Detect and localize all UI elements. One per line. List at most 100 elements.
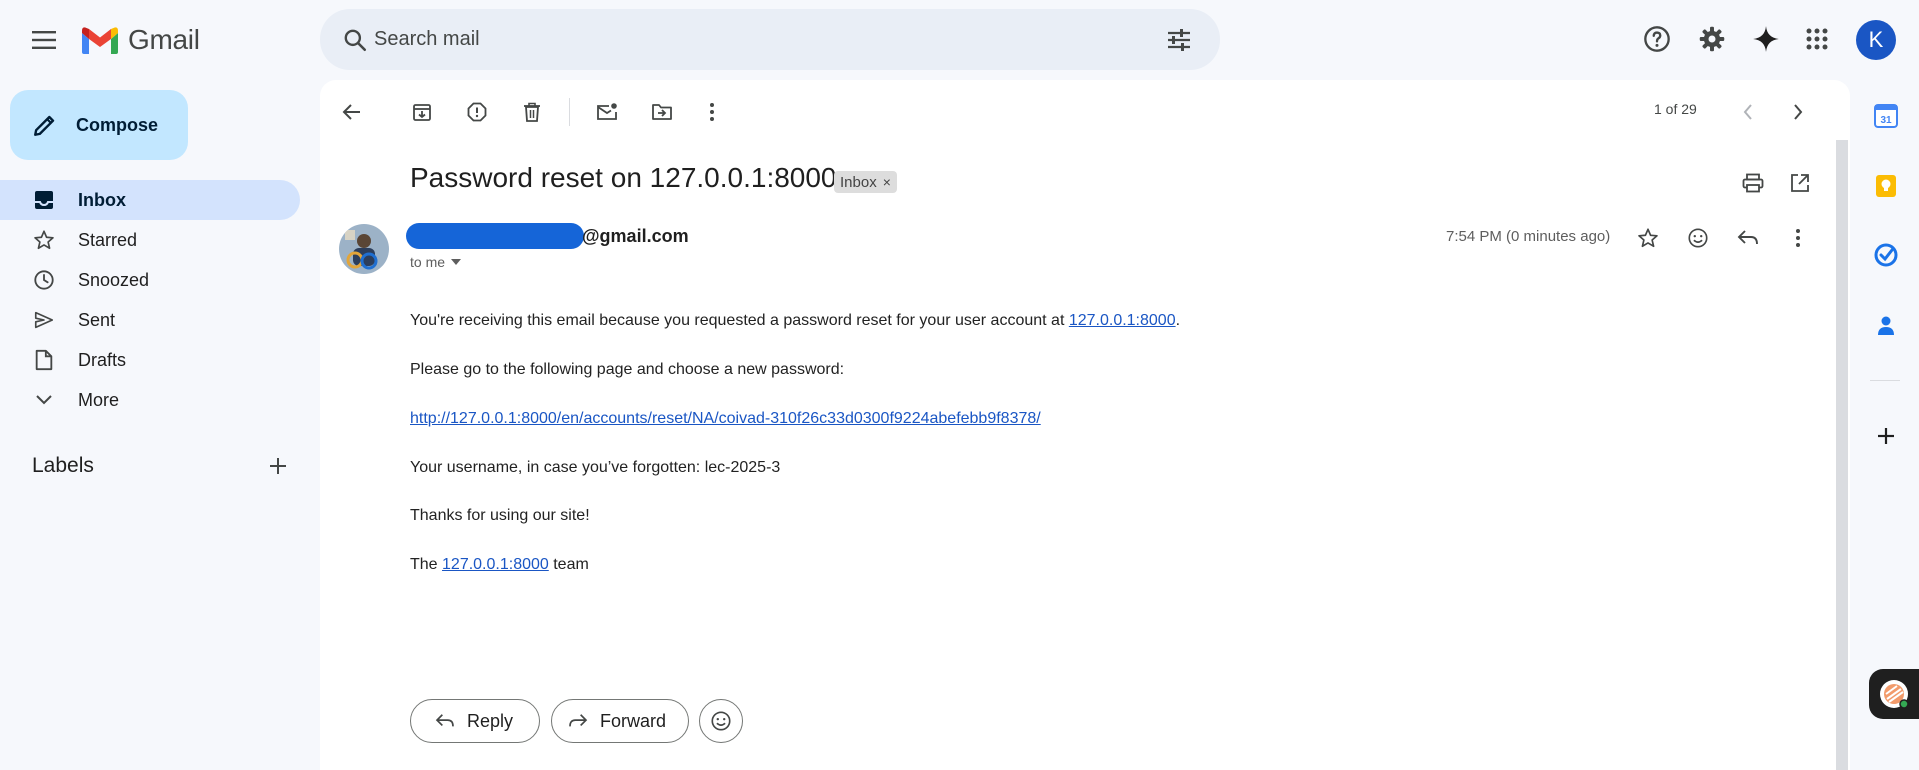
emoji-icon: [711, 711, 731, 731]
google-apps-button[interactable]: [1794, 16, 1840, 62]
account-avatar[interactable]: K: [1856, 20, 1896, 60]
body-text: You're receiving this email because you …: [410, 312, 1069, 329]
main-menu-button[interactable]: [20, 16, 68, 64]
nav-item-more[interactable]: More: [0, 380, 300, 420]
site-link[interactable]: 127.0.0.1:8000: [1069, 312, 1176, 329]
create-label-button[interactable]: [262, 450, 294, 482]
more-vert-icon: [710, 103, 714, 121]
nav-item-label: Drafts: [78, 349, 127, 370]
contacts-icon: [1878, 316, 1894, 335]
tune-icon: [1168, 29, 1190, 51]
open-new-window-button[interactable]: [1780, 163, 1820, 203]
report-icon: [467, 102, 487, 122]
tasks-app-button[interactable]: [1868, 237, 1904, 273]
nav-item-inbox[interactable]: Inbox: [0, 180, 300, 220]
contacts-app-button[interactable]: [1868, 307, 1904, 343]
plus-icon: [270, 458, 286, 474]
scrollbar[interactable]: [1836, 140, 1848, 770]
add-reaction-button[interactable]: [1678, 218, 1718, 258]
body-text: The: [410, 556, 443, 573]
forward-button[interactable]: Forward: [551, 699, 689, 743]
search-button[interactable]: [334, 19, 376, 61]
body-paragraph: The 127.0.0.1:8000 team: [410, 556, 589, 574]
reset-password-link[interactable]: http://127.0.0.1:8000/en/accounts/reset/…: [410, 410, 1041, 427]
nav-item-label: More: [78, 389, 120, 410]
gmail-m-icon: [82, 27, 118, 54]
labels-heading: Labels: [32, 454, 94, 477]
star-icon: [1638, 228, 1658, 248]
mark-unread-button[interactable]: [587, 92, 627, 132]
chevron-down-icon: [32, 388, 56, 412]
nav-item-label: Inbox: [78, 189, 126, 210]
nav-item-starred[interactable]: Starred: [0, 220, 300, 260]
site-link[interactable]: 127.0.0.1:8000: [442, 556, 549, 573]
archive-button[interactable]: [402, 92, 442, 132]
caret-down-icon: [451, 259, 462, 265]
calendar-icon: 31: [1874, 104, 1898, 128]
recipient-details-toggle[interactable]: to me: [410, 254, 462, 270]
search-bar[interactable]: [320, 9, 1220, 70]
side-panel-extension-button[interactable]: [1869, 669, 1919, 719]
nav-item-label: Starred: [78, 229, 138, 250]
body-paragraph: You're receiving this email because you …: [410, 312, 1180, 330]
report-spam-button[interactable]: [457, 92, 497, 132]
to-line: to me: [410, 254, 446, 270]
chevron-right-icon: [1794, 104, 1803, 120]
nav-item-drafts[interactable]: Drafts: [0, 340, 300, 380]
print-all-button[interactable]: [1733, 163, 1773, 203]
nav-item-label: Sent: [78, 309, 116, 330]
delete-button[interactable]: [512, 92, 552, 132]
archive-icon: [413, 104, 431, 121]
print-icon: [1742, 173, 1764, 193]
search-options-button[interactable]: [1158, 19, 1200, 61]
arrow-back-icon: [342, 104, 360, 120]
extension-avatar-icon: [1880, 680, 1909, 709]
get-addons-button[interactable]: [1868, 418, 1904, 454]
move-to-button[interactable]: [642, 92, 682, 132]
reply-icon: [435, 714, 454, 727]
gemini-button[interactable]: [1743, 16, 1789, 62]
label-chip-text: Inbox: [840, 173, 877, 191]
add-reaction-button[interactable]: [699, 699, 743, 743]
search-input[interactable]: [374, 9, 1134, 70]
calendar-day: 31: [1880, 115, 1892, 126]
newer-button[interactable]: [1728, 92, 1768, 132]
star-button[interactable]: [1628, 218, 1668, 258]
reply-icon: [1737, 230, 1758, 245]
toolbar-divider: [569, 98, 570, 126]
compose-label: Compose: [76, 114, 159, 135]
keep-app-button[interactable]: [1868, 168, 1904, 204]
reply-icon-button[interactable]: [1728, 218, 1768, 258]
sparkle-icon: [1753, 26, 1779, 52]
body-text: .: [1175, 312, 1181, 329]
compose-button[interactable]: Compose: [10, 90, 188, 160]
calendar-app-button[interactable]: 31: [1868, 98, 1904, 134]
sender-avatar[interactable]: [339, 224, 389, 274]
reply-button[interactable]: Reply: [410, 699, 540, 743]
help-icon: [1644, 26, 1670, 52]
clock-icon: [32, 268, 56, 292]
nav-item-sent[interactable]: Sent: [0, 300, 300, 340]
remove-label-icon[interactable]: ×: [883, 174, 891, 190]
message-timestamp: 7:54 PM (0 minutes ago): [1446, 228, 1611, 245]
side-panel-divider: [1870, 380, 1900, 381]
trash-icon: [524, 102, 540, 122]
redacted-sender-name: [406, 223, 584, 249]
mark-unread-icon: [597, 103, 617, 120]
settings-button[interactable]: [1689, 16, 1735, 62]
more-actions-button[interactable]: [692, 92, 732, 132]
email-subject: Password reset on 127.0.0.1:8000: [410, 162, 837, 193]
star-icon: [32, 228, 56, 252]
sender-email[interactable]: @gmail.com: [582, 226, 689, 247]
inbox-label-chip[interactable]: Inbox ×: [834, 171, 897, 193]
gmail-logo[interactable]: Gmail: [80, 20, 200, 60]
support-button[interactable]: [1634, 16, 1680, 62]
message-more-button[interactable]: [1778, 218, 1818, 258]
open-in-new-icon: [1791, 174, 1809, 192]
sender-photo-icon: [339, 224, 389, 274]
chevron-left-icon: [1743, 104, 1752, 120]
older-button[interactable]: [1778, 92, 1818, 132]
back-to-inbox-button[interactable]: [332, 92, 372, 132]
nav-item-snoozed[interactable]: Snoozed: [0, 260, 300, 300]
nav-item-label: Snoozed: [78, 269, 150, 290]
